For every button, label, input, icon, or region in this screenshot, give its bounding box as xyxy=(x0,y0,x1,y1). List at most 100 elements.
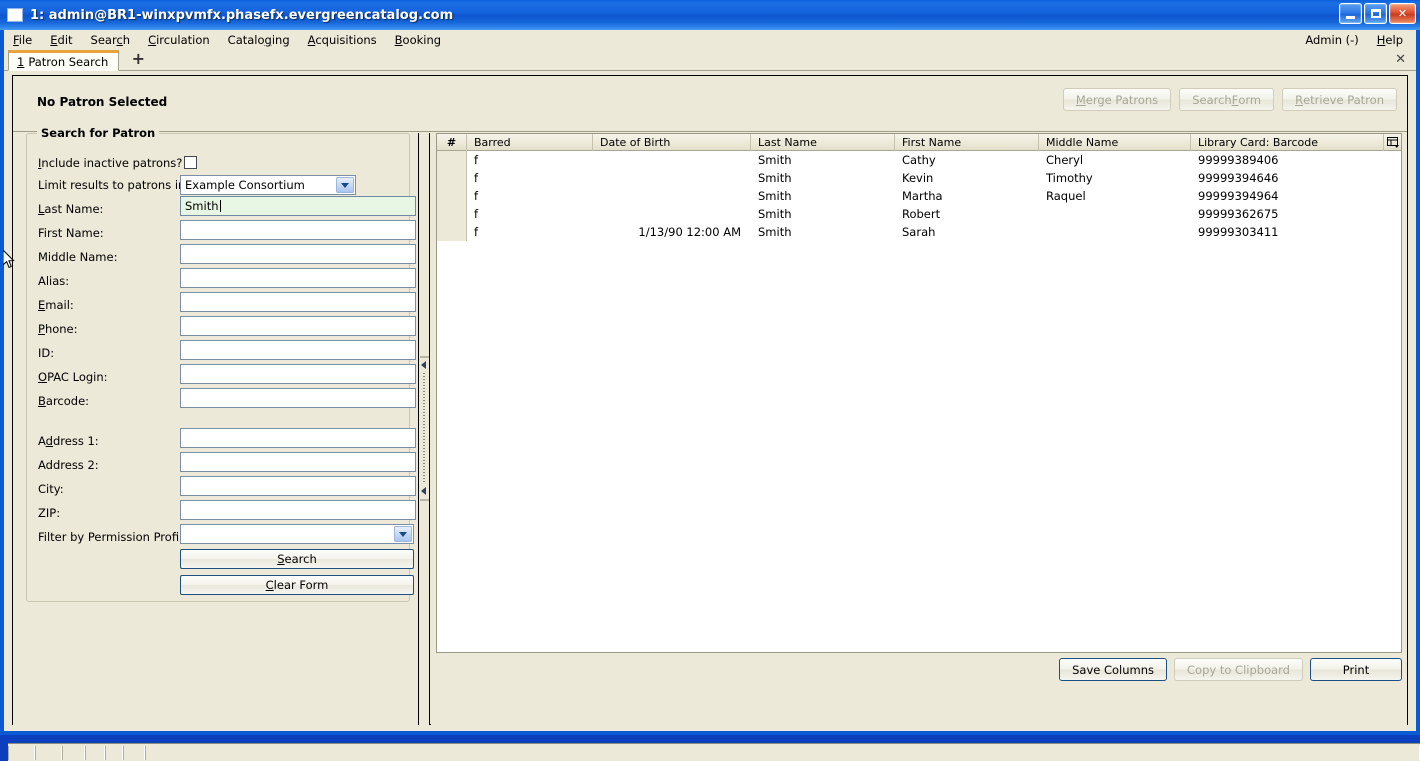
include-inactive-checkbox[interactable] xyxy=(184,156,197,169)
address2-row: Address 2: xyxy=(38,455,99,475)
copy-to-clipboard-button[interactable]: Copy to Clipboard xyxy=(1174,658,1303,681)
permission-profile-select[interactable] xyxy=(180,524,414,544)
opac-login-input[interactable] xyxy=(180,364,416,384)
cell-barred: f xyxy=(474,207,479,221)
limit-results-label: Limit results to patrons in xyxy=(38,178,186,192)
alias-input[interactable] xyxy=(180,268,416,288)
column-picker-icon[interactable] xyxy=(1383,134,1401,151)
address2-input[interactable] xyxy=(180,452,416,472)
search-panel: Search for Patron Include inactive patro… xyxy=(13,126,419,725)
middle-name-row: Middle Name: xyxy=(38,247,117,267)
text-caret xyxy=(219,200,221,212)
cell-last-name: Smith xyxy=(758,189,792,203)
application-window: 1: admin@BR1-winxpvmfx.phasefx.evergreen… xyxy=(0,0,1420,761)
search-fieldset-legend: Search for Patron xyxy=(37,126,160,140)
menu-circulation[interactable]: Circulation xyxy=(139,31,219,49)
address1-input[interactable] xyxy=(180,428,416,448)
window-controls: ✕ xyxy=(1339,3,1416,24)
menu-search[interactable]: Search xyxy=(82,31,140,49)
merge-patrons-button[interactable]: Merge Patrons xyxy=(1062,88,1172,111)
table-row[interactable]: 1fSmithCathyCheryl99999389406 xyxy=(437,151,1401,169)
col-header-last[interactable]: Last Name xyxy=(751,134,895,151)
tab-label: Patron Search xyxy=(28,54,109,69)
menu-cataloging[interactable]: Cataloging xyxy=(219,31,299,49)
search-fieldset: Search for Patron Include inactive patro… xyxy=(26,126,416,602)
first-name-input[interactable] xyxy=(180,220,416,240)
col-header-num[interactable]: # xyxy=(437,134,467,151)
maximize-icon xyxy=(1370,9,1381,18)
id-input[interactable] xyxy=(180,340,416,360)
retrieve-patron-button[interactable]: Retrieve Patron xyxy=(1282,88,1397,111)
close-tab-icon[interactable]: ✕ xyxy=(1395,52,1406,67)
content-frame: No Patron Selected Merge Patrons Search … xyxy=(12,75,1408,725)
include-inactive-row: Include inactive patrons? xyxy=(38,153,182,173)
search-button[interactable]: Search xyxy=(180,549,414,569)
zip-input[interactable] xyxy=(180,500,416,520)
middle-name-input[interactable] xyxy=(180,244,416,264)
tab-number: 1 xyxy=(17,54,25,69)
patron-results-grid[interactable]: # Barred Date of Birth Last Name First N… xyxy=(436,133,1402,653)
alias-label: Alias: xyxy=(38,274,70,288)
permission-profile-label: Filter by Permission Profile: xyxy=(38,530,194,544)
patron-header-buttons: Merge Patrons Search Form Retrieve Patro… xyxy=(1062,88,1397,111)
email-input[interactable] xyxy=(180,292,416,312)
first-name-label: First Name: xyxy=(38,226,104,240)
last-name-value: Smith xyxy=(185,199,219,213)
cell-first-name: Sarah xyxy=(902,225,936,239)
splitter-collapse-up-icon[interactable] xyxy=(421,361,428,369)
barcode-input[interactable] xyxy=(180,388,416,408)
chevron-down-icon-2[interactable] xyxy=(394,526,412,542)
clear-form-button[interactable]: Clear Form xyxy=(180,575,414,595)
panel-splitter[interactable] xyxy=(419,133,430,725)
minimize-icon xyxy=(1346,15,1355,19)
col-header-dob[interactable]: Date of Birth xyxy=(593,134,751,151)
maximize-button[interactable] xyxy=(1364,3,1387,24)
menu-acquisitions[interactable]: Acquisitions xyxy=(299,31,386,49)
table-row[interactable]: 4fSmithRobert99999362675 xyxy=(437,205,1401,223)
last-name-input[interactable]: Smith xyxy=(180,196,416,216)
save-columns-button[interactable]: Save Columns xyxy=(1059,658,1168,681)
print-button[interactable]: Print xyxy=(1310,658,1402,681)
status-bar xyxy=(8,743,1420,761)
email-label: Email: xyxy=(38,298,74,312)
client-area: File Edit Search Circulation Cataloging … xyxy=(4,30,1420,761)
barcode-label: Barcode: xyxy=(38,394,90,408)
chevron-down-icon[interactable] xyxy=(336,177,354,193)
search-form-button[interactable]: Search Form xyxy=(1179,88,1275,111)
phone-input[interactable] xyxy=(180,316,416,336)
menu-booking[interactable]: Booking xyxy=(386,31,450,49)
tab-strip: 1 Patron Search + ✕ xyxy=(4,49,1416,71)
cell-barred: f xyxy=(474,189,479,203)
menu-admin[interactable]: Admin (-) xyxy=(1296,31,1367,49)
col-header-middle[interactable]: Middle Name xyxy=(1039,134,1191,151)
menu-help[interactable]: Help xyxy=(1368,31,1412,49)
menu-file[interactable]: File xyxy=(4,31,41,49)
cell-middle-name: Timothy xyxy=(1046,171,1093,185)
city-input[interactable] xyxy=(180,476,416,496)
col-header-first[interactable]: First Name xyxy=(895,134,1039,151)
col-header-barcode[interactable]: Library Card: Barcode xyxy=(1191,134,1383,151)
status-cell-1 xyxy=(8,745,35,760)
table-row[interactable]: 5f1/13/90 12:00 AMSmithSarah99999303411 xyxy=(437,223,1401,241)
cell-last-name: Smith xyxy=(758,225,792,239)
status-cell-3 xyxy=(62,745,85,760)
phone-label: Phone: xyxy=(38,322,78,336)
patron-status-label: No Patron Selected xyxy=(37,95,168,109)
menu-edit[interactable]: Edit xyxy=(41,31,81,49)
cell-library-card-barcode: 99999389406 xyxy=(1198,153,1279,167)
cell-date-of-birth xyxy=(593,205,751,223)
cell-date-of-birth: 1/13/90 12:00 AM xyxy=(638,225,741,239)
col-header-barred[interactable]: Barred xyxy=(467,134,593,151)
cell-barred: f xyxy=(474,153,479,167)
table-row[interactable]: 3fSmithMarthaRaquel99999394964 xyxy=(437,187,1401,205)
table-row[interactable]: 2fSmithKevinTimothy99999394646 xyxy=(437,169,1401,187)
splitter-collapse-down-icon[interactable] xyxy=(421,487,428,495)
cell-library-card-barcode: 99999303411 xyxy=(1198,225,1279,239)
minimize-button[interactable] xyxy=(1339,3,1362,24)
close-button[interactable]: ✕ xyxy=(1389,3,1416,24)
tab-patron-search[interactable]: 1 Patron Search xyxy=(8,50,120,71)
limit-results-select[interactable]: Example Consortium xyxy=(180,175,356,195)
zip-label: ZIP: xyxy=(38,506,61,520)
cell-last-name: Smith xyxy=(758,153,792,167)
new-tab-button[interactable]: + xyxy=(127,48,149,69)
